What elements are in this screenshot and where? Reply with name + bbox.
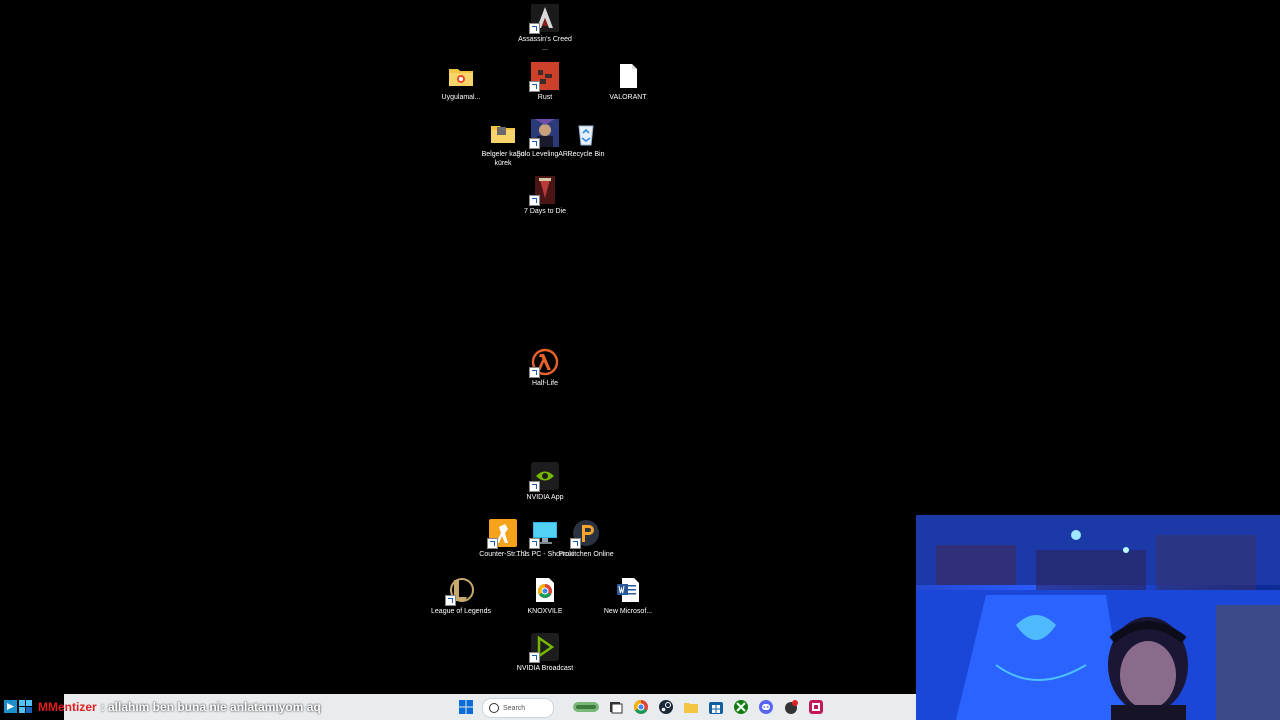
stream-chat-message: MMentizer : allahım ben buna nie anlatam… xyxy=(0,696,321,718)
file-explorer-icon[interactable] xyxy=(683,699,699,715)
desktop-icon-uygulamalar[interactable]: Uygulamal... xyxy=(433,62,489,102)
desktop-icon-half-life[interactable]: Half-Life xyxy=(517,348,573,388)
desktop-icon-nvidia-broadcast[interactable]: NVIDIA Broadcast xyxy=(517,633,573,673)
chrome-icon xyxy=(531,576,559,604)
seven-days-to-die-icon xyxy=(529,176,559,206)
webcam-feed-image xyxy=(916,515,1280,720)
search-icon xyxy=(489,703,499,713)
league-of-legends-icon xyxy=(445,576,475,606)
this-pc-icon xyxy=(529,519,559,549)
icon-label: League of Legends xyxy=(431,608,491,615)
folder-icon xyxy=(447,62,475,90)
icon-label: Recycle Bin xyxy=(567,151,605,158)
discord-icon[interactable] xyxy=(758,699,774,715)
search-placeholder: Search xyxy=(503,704,526,712)
widget-icon[interactable] xyxy=(572,699,600,715)
counter-strike-icon xyxy=(487,519,517,549)
windows-start-icon[interactable] xyxy=(458,699,474,715)
desktop-icon-assassins-creed[interactable]: Assassin's Creed ... xyxy=(517,4,573,53)
icon-label: VALORANT xyxy=(609,94,647,101)
icon-label: Uygulamal... xyxy=(441,94,481,101)
word-document-icon xyxy=(614,576,642,604)
icon-label: Rust xyxy=(537,94,553,101)
store-icon[interactable] xyxy=(708,699,724,715)
chrome-icon[interactable] xyxy=(633,699,649,715)
rust-icon xyxy=(529,62,559,92)
xbox-icon[interactable] xyxy=(733,699,749,715)
icon-label: KNOXVILE xyxy=(527,608,563,615)
icon-label: Half-Life xyxy=(531,380,559,387)
blank-file-icon xyxy=(614,62,642,90)
chat-message-text: : allahım ben buna nie anlatamıyom aq xyxy=(100,700,321,714)
icon-label: NVIDIA Broadcast xyxy=(516,665,574,672)
app-icon[interactable] xyxy=(808,699,824,715)
taskbar-search-box[interactable]: Search xyxy=(482,698,554,718)
desktop-icon-prokitchen[interactable]: Prokitchen Online xyxy=(558,519,614,559)
icon-label: Prokitchen Online xyxy=(558,551,614,558)
nvidia-broadcast-icon xyxy=(529,633,559,663)
desktop-icon-new-microsoft-word[interactable]: New Microsof... xyxy=(600,576,656,616)
icon-label: 7 Days to Die xyxy=(523,208,567,215)
app-icon[interactable] xyxy=(783,699,799,715)
chat-username: MMentizer xyxy=(38,700,97,714)
assassins-creed-icon xyxy=(529,4,559,34)
steam-icon[interactable] xyxy=(658,699,674,715)
webcam-overlay xyxy=(916,515,1280,720)
desktop-icon-nvidia-app[interactable]: NVIDIA App xyxy=(517,462,573,502)
desktop-icon-league-of-legends[interactable]: League of Legends xyxy=(431,576,491,616)
task-view-icon[interactable] xyxy=(608,699,624,715)
recycle-bin-icon xyxy=(572,119,600,147)
desktop-icon-rust[interactable]: Rust xyxy=(517,62,573,102)
desktop-icon-knoxvile[interactable]: KNOXVILE xyxy=(517,576,573,616)
icon-label: New Microsof... xyxy=(603,608,653,615)
nvidia-icon xyxy=(529,462,559,492)
icon-label: Assassin's Creed ... xyxy=(518,36,572,52)
desktop-icon-recycle-bin[interactable]: Recycle Bin xyxy=(558,119,614,159)
desktop-icon-valorant[interactable]: VALORANT xyxy=(600,62,656,102)
solo-leveling-icon xyxy=(529,119,559,149)
desktop-icon-7-days-to-die[interactable]: 7 Days to Die xyxy=(517,176,573,216)
half-life-icon xyxy=(529,348,559,378)
folder-icon xyxy=(489,119,517,147)
prokitchen-icon xyxy=(570,519,600,549)
icon-label: NVIDIA App xyxy=(526,494,564,501)
